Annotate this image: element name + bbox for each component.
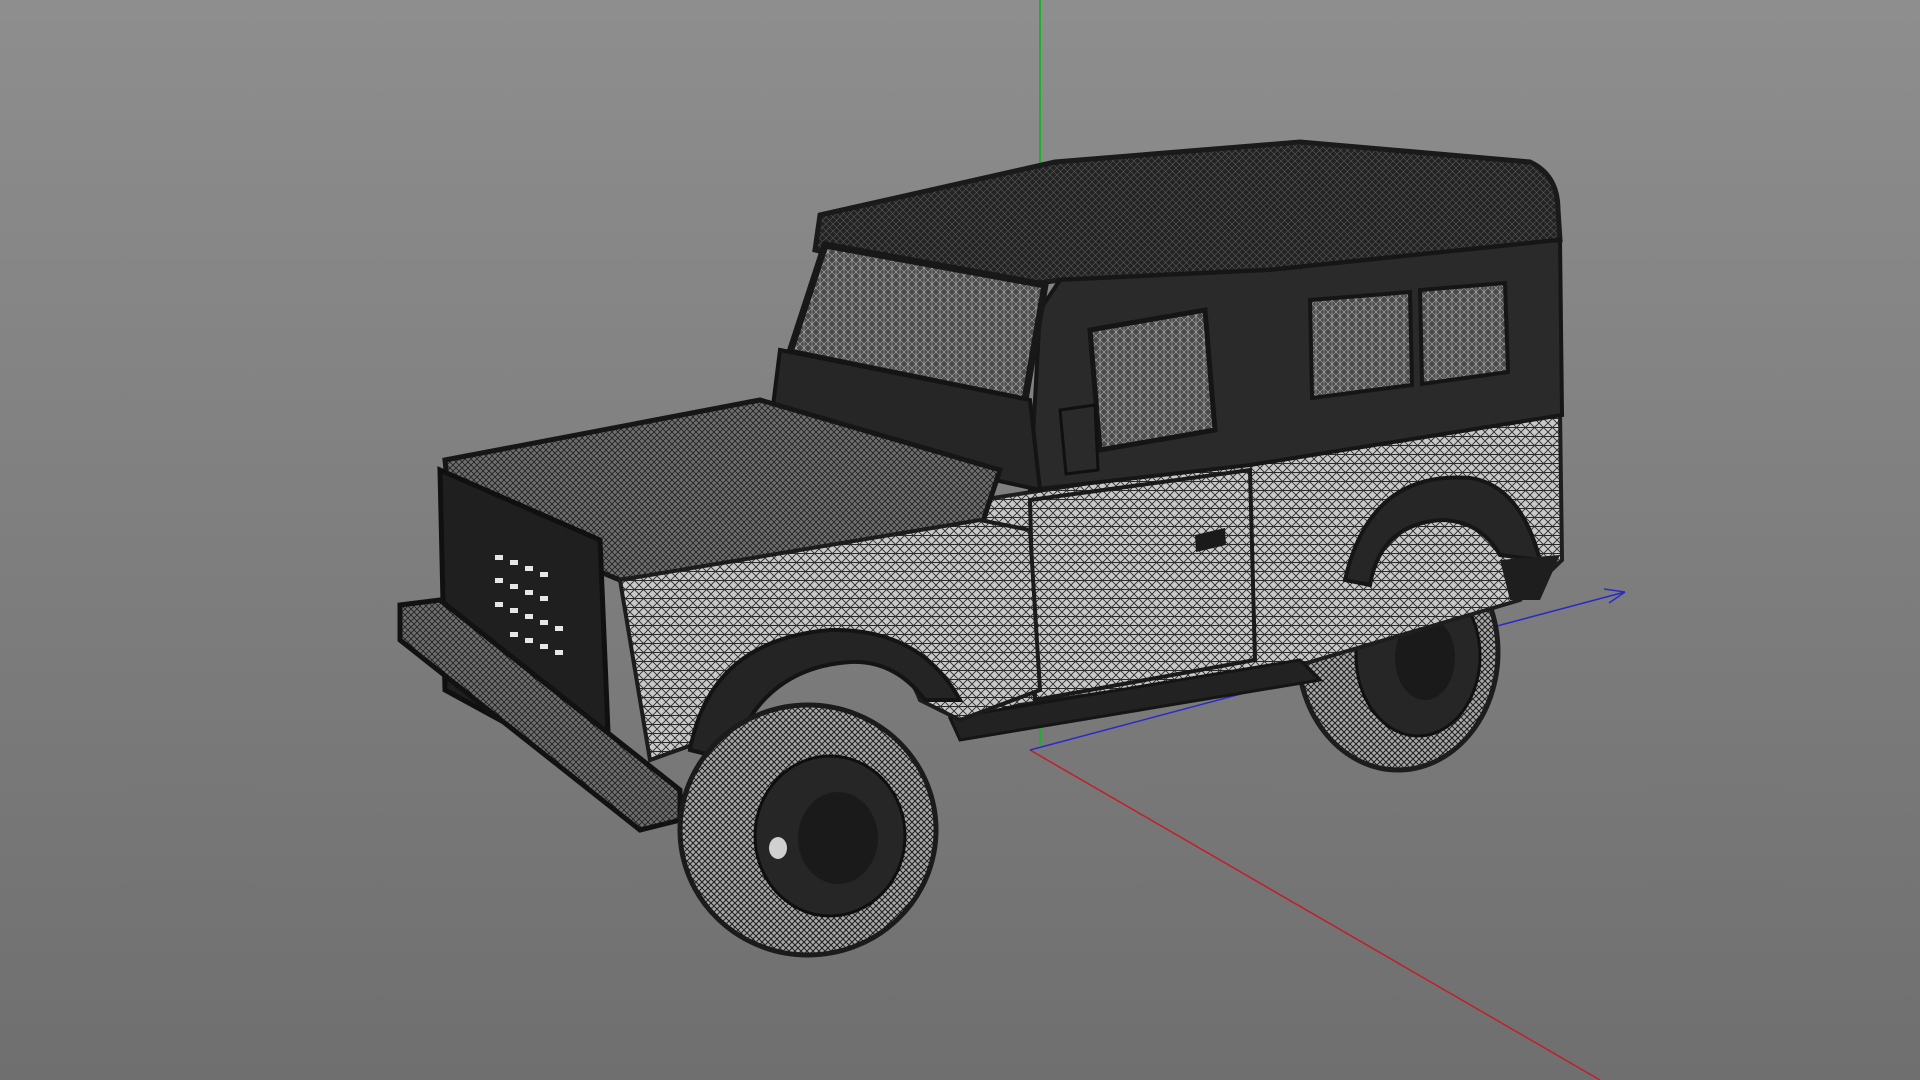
front-wheel[interactable] bbox=[677, 702, 939, 958]
side-mirror bbox=[1058, 403, 1100, 476]
x-axis-line bbox=[1029, 749, 1601, 1080]
vehicle-model[interactable] bbox=[397, 139, 1565, 958]
3d-viewport[interactable] bbox=[0, 0, 1920, 1080]
rear-side-window-2 bbox=[1417, 280, 1511, 387]
front-door bbox=[1027, 467, 1258, 703]
viewport-scene[interactable] bbox=[0, 0, 1920, 1080]
rear-side-window-1 bbox=[1307, 289, 1415, 401]
rear-underbody bbox=[1500, 555, 1560, 600]
door-window bbox=[1087, 307, 1218, 453]
